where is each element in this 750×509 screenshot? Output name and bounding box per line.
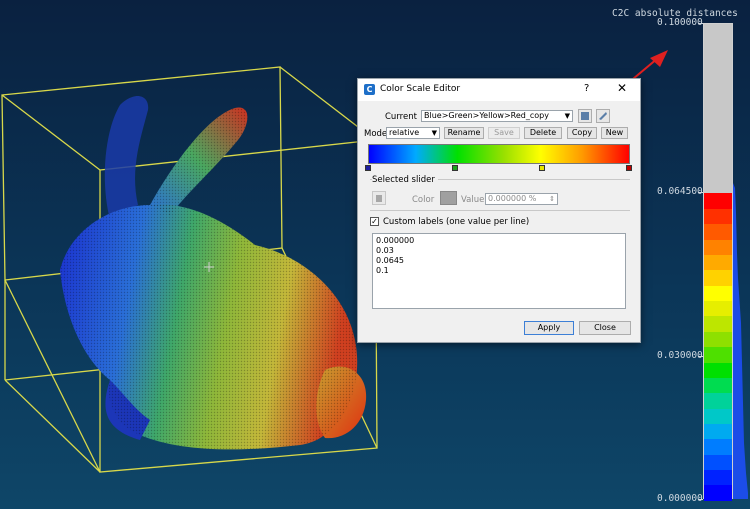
custom-labels-label: Custom labels (one value per line) [383,217,530,227]
color-label: Color [412,195,435,205]
scale-color-step [704,300,732,316]
slider-value-text: 0.000000 % [488,194,537,203]
scale-color-step [704,316,732,332]
close-button[interactable]: Close [579,321,631,335]
chevron-down-icon: ▼ [431,129,437,137]
scalebar-label: 0.000000 [657,493,703,504]
color-scale-editor-dialog: C Color Scale Editor ? ✕ Current Blue>Gr… [357,78,641,343]
delete-slider-button[interactable] [372,191,386,205]
dialog-titlebar[interactable]: C Color Scale Editor ? ✕ [358,79,640,101]
histogram-curve [733,183,748,499]
slider-marker-3[interactable] [626,165,632,171]
current-label: Current [385,112,417,122]
mode-label: Mode [364,129,388,139]
slider-value-spinbox[interactable]: 0.000000 % ⇕ [485,193,558,205]
selected-slider-label: Selected slider [372,175,438,185]
scale-color-step [704,393,732,409]
export-icon [581,112,589,120]
slider-color-button[interactable] [440,191,457,205]
trash-icon [376,195,382,202]
color-scale-bar [703,23,733,501]
bunny-mesh [60,95,367,450]
apply-button[interactable]: Apply [524,321,574,335]
rename-button[interactable]: Rename [444,127,484,139]
spin-arrows-icon: ⇕ [549,195,555,203]
custom-labels-checkbox[interactable]: ✓ [370,217,379,226]
scale-color-step [704,270,732,286]
dialog-title: Color Scale Editor [380,84,461,94]
mode-value: relative [389,128,420,137]
app-icon: C [364,84,375,95]
scale-color-step [704,239,732,255]
custom-label-line: 0.1 [376,266,389,275]
close-icon[interactable]: ✕ [617,81,627,95]
scalebar-label: 0.064500 [657,185,703,197]
scale-color-step [704,408,732,424]
delete-button[interactable]: Delete [524,127,562,139]
scalebar-label: 0.100000 [657,17,703,28]
scale-color-step [704,423,732,439]
scalebar-tick [698,499,703,500]
custom-labels-textarea[interactable]: 0.000000 0.03 0.0645 0.1 [372,233,626,309]
check-icon: ✓ [371,217,378,226]
slider-marker-2[interactable] [539,165,545,171]
scale-color-step [704,362,732,378]
new-button[interactable]: New [601,127,628,139]
scalebar-tick [698,356,703,358]
current-scale-value: Blue>Green>Yellow>Red_copy [424,111,549,120]
export-scale-button[interactable] [578,109,592,123]
value-label: Value [461,195,485,205]
scalebar-tick [698,23,703,24]
scale-color-step [704,469,732,485]
custom-label-line: 0.03 [376,246,394,255]
copy-button[interactable]: Copy [567,127,597,139]
scale-color-step [704,285,732,301]
scale-color-step [704,193,732,209]
scale-color-step [704,331,732,347]
help-button[interactable]: ? [584,83,589,94]
slider-marker-1[interactable] [452,165,458,171]
import-scale-button[interactable] [596,109,610,123]
scale-color-step [704,208,732,224]
custom-label-line: 0.000000 [376,236,415,245]
scale-color-step [704,254,732,270]
scale-color-step [704,485,732,501]
mode-select[interactable]: relative ▼ [386,127,440,139]
scalebar-label: 0.030000 [657,350,703,362]
save-button[interactable]: Save [488,127,520,139]
scale-color-step [704,377,732,393]
divider [370,210,630,211]
scale-color-step [704,439,732,455]
chevron-down-icon: ▼ [564,112,570,120]
custom-label-line: 0.0645 [376,256,404,265]
scale-color-step [704,454,732,470]
scale-histogram [733,183,748,499]
scale-color-step [704,224,732,240]
color-gradient-bar[interactable] [368,144,630,164]
scalebar-tick [698,191,703,193]
import-icon [599,112,607,120]
current-scale-select[interactable]: Blue>Green>Yellow>Red_copy ▼ [421,110,573,122]
scale-color-step [704,347,732,363]
slider-marker-0[interactable] [365,165,371,171]
